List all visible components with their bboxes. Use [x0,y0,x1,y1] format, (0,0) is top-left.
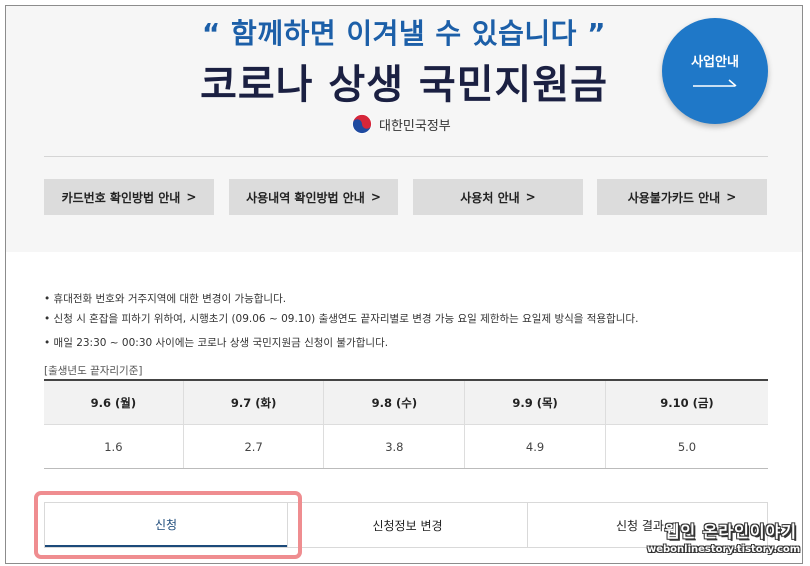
notice-item: • 매일 23:30 ~ 00:30 사이에는 코로나 상생 국민지원금 신청이… [44,337,389,349]
table-cell: 3.8 [323,424,466,469]
nav-button-label: 사용내역 확인방법 안내 [246,190,365,205]
watermark-url: webonlinestory.tistory.com [647,544,801,555]
highlight-box [34,491,302,559]
chevron-right-icon: > [525,190,536,204]
table-header-cell: 9.8 (수) [323,380,466,425]
chevron-right-icon: > [370,190,381,204]
unusable-card-guide-button[interactable]: 사용불가카드 안내 > [597,179,767,215]
table-header-row: 9.6 (월) 9.7 (화) 9.8 (수) 9.9 (목) 9.10 (금) [44,380,768,425]
table-cell: 4.9 [464,424,606,469]
chevron-right-icon: > [726,190,737,204]
tab-label: 신청정보 변경 [372,518,443,533]
merchant-guide-button[interactable]: 사용처 안내 > [413,179,583,215]
business-info-label: 사업안내 [691,55,739,70]
table-header-cell: 9.10 (금) [605,380,768,425]
card-number-guide-button[interactable]: 카드번호 확인방법 안내 > [44,179,214,215]
table-row: 1.6 2.7 3.8 4.9 5.0 [44,424,768,469]
schedule-table: 9.6 (월) 9.7 (화) 9.8 (수) 9.9 (목) 9.10 (금)… [44,379,768,469]
table-cell: 1.6 [44,424,184,469]
notice-item: • 신청 시 혼잡을 피하기 위하여, 시행초기 (09.06 ~ 09.10)… [44,313,639,325]
tab-change-info[interactable]: 신청정보 변경 [287,503,527,547]
gov-label: 대한민국정부 [379,118,451,134]
government-logo: 대한민국정부 [352,111,451,137]
watermark: 웹인 온라인이야기 webonlinestory.tistory.com [647,518,801,555]
table-cell: 5.0 [605,424,768,469]
page-frame: “ 함께하면 이겨낼 수 있습니다 ” 코로나 상생 국민지원금 대한민국정부 … [5,5,803,564]
table-caption: [출생년도 끝자리기준] [44,365,143,377]
nav-button-label: 사용처 안내 [460,190,520,205]
nav-button-label: 카드번호 확인방법 안내 [61,190,181,205]
table-header-cell: 9.9 (목) [464,380,606,425]
chevron-right-icon: > [186,190,197,204]
table-header-cell: 9.7 (화) [183,380,325,425]
nav-button-label: 사용불가카드 안내 [627,190,721,205]
hero-banner: “ 함께하면 이겨낼 수 있습니다 ” 코로나 상생 국민지원금 대한민국정부 … [6,6,802,252]
arrow-right-icon [693,79,737,87]
divider [44,156,768,157]
table-cell: 2.7 [183,424,325,469]
table-header-cell: 9.6 (월) [44,380,184,425]
watermark-title: 웹인 온라인이야기 [664,522,797,541]
taegeuk-icon [352,114,372,134]
business-info-button[interactable]: 사업안내 [662,18,768,124]
notice-item: • 휴대전화 번호와 거주지역에 대한 변경이 가능합니다. [44,293,287,305]
usage-history-guide-button[interactable]: 사용내역 확인방법 안내 > [229,179,398,215]
